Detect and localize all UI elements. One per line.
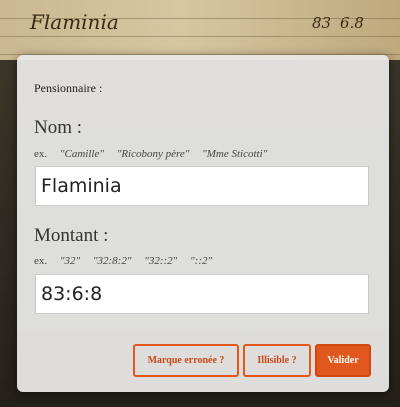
manuscript-amount: 83: [312, 14, 332, 32]
pensioner-entry-dialog: Pensionnaire : Nom : ex. "Camille" "Rico…: [17, 55, 389, 392]
amount-example: "32:8:2": [92, 255, 132, 267]
amount-example: "32": [59, 255, 81, 267]
amount-example: "::2": [190, 255, 213, 267]
examples-prefix: ex.: [34, 255, 48, 267]
amount-label: Montant :: [34, 225, 109, 246]
ledger-rule: [0, 36, 400, 37]
dialog-title: Pensionnaire :: [34, 81, 103, 95]
validate-button[interactable]: Valider: [315, 344, 371, 377]
amount-examples: ex. "32" "32:8:2" "32::2" "::2": [34, 255, 222, 267]
name-example: "Camille": [59, 148, 104, 160]
manuscript-name: Flaminia: [30, 10, 119, 34]
manuscript-amount-detail: 6.8: [340, 14, 364, 32]
name-label: Nom :: [34, 117, 83, 138]
amount-example: "32::2": [144, 255, 178, 267]
wrong-mark-button[interactable]: Marque erronée ?: [133, 344, 239, 377]
name-example: "Ricobony père": [116, 148, 190, 160]
name-input[interactable]: [35, 166, 369, 206]
amount-input[interactable]: [35, 274, 369, 314]
name-example: "Mme Sticotti": [202, 148, 268, 160]
illegible-button[interactable]: Illisible ?: [243, 344, 311, 377]
examples-prefix: ex.: [34, 148, 48, 160]
name-examples: ex. "Camille" "Ricobony père" "Mme Stico…: [34, 148, 277, 160]
